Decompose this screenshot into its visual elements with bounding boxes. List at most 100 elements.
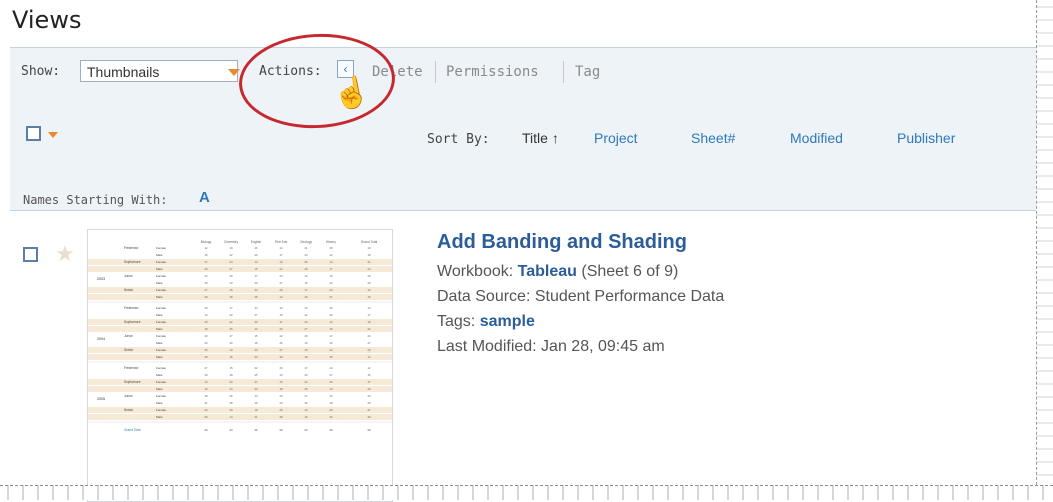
thumb-cell: 22 [367, 327, 371, 331]
thumb-gender-label: Male [156, 341, 163, 345]
thumb-cell: 29 [229, 274, 233, 278]
thumb-level-label: Senior [124, 348, 134, 352]
thumb-row-band [88, 266, 392, 272]
thumb-cell: 28 [279, 415, 283, 419]
thumb-column-header: Fine Arts [275, 240, 288, 244]
letter-filter-a[interactable]: A [199, 189, 210, 206]
workbook-link[interactable]: Tableau [518, 263, 577, 280]
thumb-cell: 22 [279, 267, 283, 271]
thumb-cell: 21 [304, 246, 308, 250]
thumb-cell: 12 [367, 366, 371, 370]
thumb-cell: 24 [279, 274, 283, 278]
thumb-cell: 22 [304, 313, 308, 317]
thumb-cell: 20 [279, 394, 283, 398]
chevron-down-icon[interactable] [228, 69, 240, 76]
thumb-cell: 29 [204, 306, 208, 310]
view-title[interactable]: Add Banding and Shading [437, 231, 687, 254]
thumb-gender-label: Female [156, 306, 166, 310]
thumb-row-band [88, 340, 392, 346]
star-icon[interactable]: ★ [55, 241, 75, 267]
thumb-cell: 29 [304, 334, 308, 338]
sort-modified[interactable]: Modified [790, 130, 843, 146]
thumb-cell: 23 [279, 401, 283, 405]
results-divider [10, 210, 1040, 211]
thumb-cell: 21 [367, 260, 371, 264]
thumb-cell: 22 [204, 274, 208, 278]
thumb-cell: 25 [304, 387, 308, 391]
thumb-column-header: History [326, 240, 336, 244]
thumb-cell: 18 [329, 401, 333, 405]
thumb-cell: 28 [229, 401, 233, 405]
thumb-cell: 18 [254, 408, 258, 412]
tags-label: Tags: [437, 313, 476, 330]
thumb-cell: 12 [367, 288, 371, 292]
thumb-cell: 13 [229, 281, 233, 285]
thumb-footer-cell: 23 [304, 428, 308, 432]
thumb-cell: 24 [254, 306, 258, 310]
thumb-cell: 22 [329, 281, 333, 285]
thumb-row-band [88, 354, 392, 360]
thumb-gender-label: Female [156, 334, 166, 338]
show-label: Show: [21, 64, 61, 79]
thumb-cell: 27 [367, 341, 371, 345]
thumb-footer-cell: 26 [329, 428, 333, 432]
show-select[interactable]: Thumbnails [80, 60, 238, 82]
select-menu-icon[interactable] [48, 132, 58, 138]
thumb-cell: 17 [279, 253, 283, 257]
pointer-hand-icon: ☝ [330, 74, 373, 114]
thumb-level-label: Junior [124, 334, 134, 338]
thumb-cell: 21 [204, 401, 208, 405]
thumb-cell: 27 [279, 348, 283, 352]
thumb-cell: 26 [367, 274, 371, 278]
thumb-level-label: Sophomore [124, 260, 141, 264]
thumb-cell: 20 [279, 327, 283, 331]
sort-project[interactable]: Project [594, 130, 638, 146]
thumb-cell: 28 [329, 246, 333, 250]
thumb-column-header: English [251, 240, 262, 244]
thumb-level-label: Freshman [124, 366, 139, 370]
tag-link-sample[interactable]: sample [480, 313, 535, 330]
thumb-cell: 20 [329, 408, 333, 412]
thumb-row-band [88, 347, 392, 353]
select-all-checkbox[interactable] [26, 126, 41, 141]
thumb-cell: 17 [367, 313, 371, 317]
thumb-cell: 29 [367, 348, 371, 352]
thumb-row-band [88, 372, 392, 378]
thumb-cell: 25 [367, 401, 371, 405]
thumb-cell: 30 [204, 295, 208, 299]
thumb-cell: 18 [304, 355, 308, 359]
thumb-cell: 25 [254, 295, 258, 299]
sort-sheet[interactable]: Sheet# [691, 130, 735, 146]
thumb-cell: 19 [367, 320, 371, 324]
thumb-gender-label: Male [156, 415, 163, 419]
thumb-level-label: Junior [124, 274, 134, 278]
view-thumbnail[interactable]: Biology Chemistry English Fine Arts Geology H… [87, 229, 393, 502]
thumb-cell: 20 [204, 267, 208, 271]
thumb-cell: 20 [329, 341, 333, 345]
thumb-cell: 25 [229, 327, 233, 331]
thumb-cell: 25 [279, 408, 283, 412]
thumb-cell: 13 [254, 327, 258, 331]
sort-title[interactable]: Title ↑ [522, 130, 559, 146]
thumb-cell: 16 [254, 401, 258, 405]
thumb-cell: 24 [367, 334, 371, 338]
action-separator [563, 61, 564, 83]
view-checkbox[interactable] [23, 247, 38, 262]
thumb-cell: 29 [254, 320, 258, 324]
tag-action[interactable]: Tag [575, 64, 600, 80]
thumb-level-label: Senior [124, 288, 134, 292]
thumb-cell: 17 [329, 334, 333, 338]
sort-publisher[interactable]: Publisher [897, 130, 955, 146]
thumb-cell: 30 [279, 355, 283, 359]
thumb-level-label: Freshman [124, 306, 139, 310]
thumb-cell: 27 [279, 281, 283, 285]
thumb-cell: 30 [304, 401, 308, 405]
thumb-cell: 22 [254, 288, 258, 292]
thumb-gender-label: Female [156, 288, 166, 292]
thumb-gender-label: Male [156, 267, 163, 271]
thumb-cell: 27 [229, 334, 233, 338]
thumb-gender-label: Female [156, 408, 166, 412]
thumb-cell: 24 [329, 288, 333, 292]
data-source-line: Data Source: Student Performance Data [437, 288, 725, 305]
permissions-action[interactable]: Permissions [446, 64, 539, 80]
